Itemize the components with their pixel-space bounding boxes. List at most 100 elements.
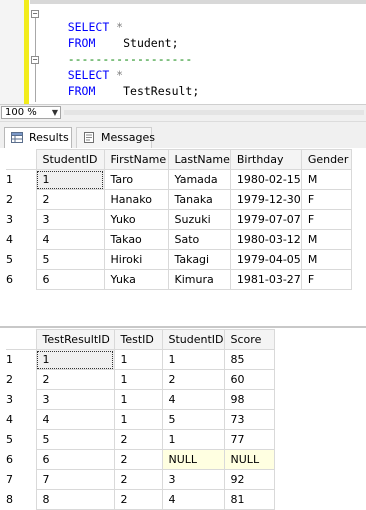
grid-cell[interactable]: 4 [35, 409, 115, 430]
grid-cell[interactable]: 1 [113, 409, 163, 430]
grid-cell[interactable]: 2 [113, 469, 163, 490]
grid-cell[interactable]: 4 [161, 389, 225, 410]
table-row[interactable]: 6 6 Yuka Kimura 1981-03-27 F [6, 269, 352, 290]
testresult-results-grid[interactable]: TestResultID TestID StudentID Score 1 1 1 1 85 2… [6, 329, 275, 510]
row-number[interactable]: 5 [6, 249, 37, 270]
grid-cell[interactable]: 3 [161, 469, 225, 490]
row-number[interactable]: 2 [6, 369, 37, 390]
row-number[interactable]: 3 [6, 209, 37, 230]
grid-cell[interactable]: Yamada [167, 169, 231, 190]
grid-cell[interactable]: 1979-12-30 [229, 189, 302, 210]
horizontal-scrollbar[interactable] [64, 110, 364, 115]
grid-cell[interactable]: 2 [35, 189, 105, 210]
grid-cell[interactable]: 1980-02-15 [229, 169, 302, 190]
grid-cell[interactable]: Hiroki [103, 249, 169, 270]
grid-cell[interactable]: 3 [35, 209, 105, 230]
column-header[interactable]: Birthday [229, 149, 302, 170]
table-row[interactable]: 7 7 2 3 92 [6, 469, 275, 490]
grid-cell[interactable]: 6 [35, 269, 105, 290]
column-header[interactable]: LastName [167, 149, 231, 170]
student-results-grid[interactable]: StudentID FirstName LastName Birthday Gender… [6, 149, 352, 290]
grid-cell[interactable]: Takagi [167, 249, 231, 270]
row-number[interactable]: 4 [6, 409, 37, 430]
dropdown-arrow-icon[interactable]: ▼ [52, 107, 58, 118]
table-row[interactable]: 5 5 2 1 77 [6, 429, 275, 450]
grid-corner[interactable] [6, 329, 37, 350]
table-row[interactable]: 2 2 Hanako Tanaka 1979-12-30 F [6, 189, 352, 210]
grid-cell[interactable]: 5 [35, 249, 105, 270]
grid-cell[interactable]: Yuko [103, 209, 169, 230]
row-number[interactable]: 6 [6, 269, 37, 290]
column-header[interactable]: Score [223, 329, 275, 350]
row-number[interactable]: 3 [6, 389, 37, 410]
grid-cell[interactable]: 1 [35, 349, 115, 370]
grid-cell[interactable]: 6 [35, 449, 115, 470]
grid-cell[interactable]: 2 [161, 369, 225, 390]
grid-cell[interactable]: 85 [223, 349, 275, 370]
grid-corner[interactable] [6, 149, 37, 170]
collapse-icon[interactable]: − [31, 10, 39, 18]
grid-cell[interactable]: M [300, 229, 352, 250]
row-number[interactable]: 1 [6, 349, 37, 370]
grid-cell[interactable]: Takao [103, 229, 169, 250]
grid-cell[interactable]: Suzuki [167, 209, 231, 230]
grid-cell[interactable]: F [300, 189, 352, 210]
grid-cell[interactable]: 1981-03-27 [229, 269, 302, 290]
collapse-icon[interactable]: − [31, 56, 39, 64]
grid-cell[interactable]: 1979-04-05 [229, 249, 302, 270]
grid-cell[interactable]: 2 [113, 449, 163, 470]
table-row[interactable]: 3 3 Yuko Suzuki 1979-07-07 F [6, 209, 352, 230]
row-number[interactable]: 1 [6, 169, 37, 190]
column-header[interactable]: TestResultID [35, 329, 115, 350]
column-header[interactable]: StudentID [35, 149, 105, 170]
table-row[interactable]: 3 3 1 4 98 [6, 389, 275, 410]
grid-cell[interactable]: Taro [103, 169, 169, 190]
column-header[interactable]: FirstName [103, 149, 169, 170]
grid-cell[interactable]: Sato [167, 229, 231, 250]
grid-cell[interactable]: 1 [113, 349, 163, 370]
grid-cell[interactable]: NULL [161, 449, 225, 470]
grid-cell[interactable]: Kimura [167, 269, 231, 290]
grid-cell[interactable]: 7 [35, 469, 115, 490]
column-header[interactable]: Gender [300, 149, 352, 170]
grid-cell[interactable]: 1 [161, 429, 225, 450]
grid-cell[interactable]: F [300, 209, 352, 230]
table-row[interactable]: 1 1 1 1 85 [6, 349, 275, 370]
grid-cell[interactable]: 2 [35, 369, 115, 390]
column-header[interactable]: StudentID [161, 329, 225, 350]
table-row[interactable]: 2 2 1 2 60 [6, 369, 275, 390]
zoom-select[interactable]: 100 % ▼ [1, 106, 61, 119]
grid-cell[interactable]: Tanaka [167, 189, 231, 210]
row-number[interactable]: 8 [6, 489, 37, 510]
grid-cell[interactable]: 3 [35, 389, 115, 410]
table-row[interactable]: 5 5 Hiroki Takagi 1979-04-05 M [6, 249, 352, 270]
grid-cell[interactable]: Yuka [103, 269, 169, 290]
row-number[interactable]: 4 [6, 229, 37, 250]
grid-cell[interactable]: M [300, 249, 352, 270]
row-number[interactable]: 6 [6, 449, 37, 470]
grid-cell[interactable]: 92 [223, 469, 275, 490]
grid-cell[interactable]: 60 [223, 369, 275, 390]
grid-cell[interactable]: NULL [223, 449, 275, 470]
grid-cell[interactable]: Hanako [103, 189, 169, 210]
grid-cell[interactable]: 1980-03-12 [229, 229, 302, 250]
grid-cell[interactable]: 1 [113, 369, 163, 390]
grid-cell[interactable]: M [300, 169, 352, 190]
row-number[interactable]: 7 [6, 469, 37, 490]
column-header[interactable]: TestID [113, 329, 163, 350]
grid-cell[interactable]: 4 [161, 489, 225, 510]
row-number[interactable]: 2 [6, 189, 37, 210]
table-row[interactable]: 4 4 Takao Sato 1980-03-12 M [6, 229, 352, 250]
grid-cell[interactable]: 77 [223, 429, 275, 450]
grid-cell[interactable]: 1 [161, 349, 225, 370]
table-row[interactable]: 4 4 1 5 73 [6, 409, 275, 430]
grid-cell[interactable]: 8 [35, 489, 115, 510]
grid-cell[interactable]: 73 [223, 409, 275, 430]
grid-cell[interactable]: 98 [223, 389, 275, 410]
table-row[interactable]: 1 1 Taro Yamada 1980-02-15 M [6, 169, 352, 190]
grid-cell[interactable]: 1 [35, 169, 105, 190]
table-row[interactable]: 6 6 2 NULL NULL [6, 449, 275, 470]
grid-cell[interactable]: 4 [35, 229, 105, 250]
grid-cell[interactable]: 5 [35, 429, 115, 450]
tab-messages[interactable]: Messages [76, 127, 155, 148]
